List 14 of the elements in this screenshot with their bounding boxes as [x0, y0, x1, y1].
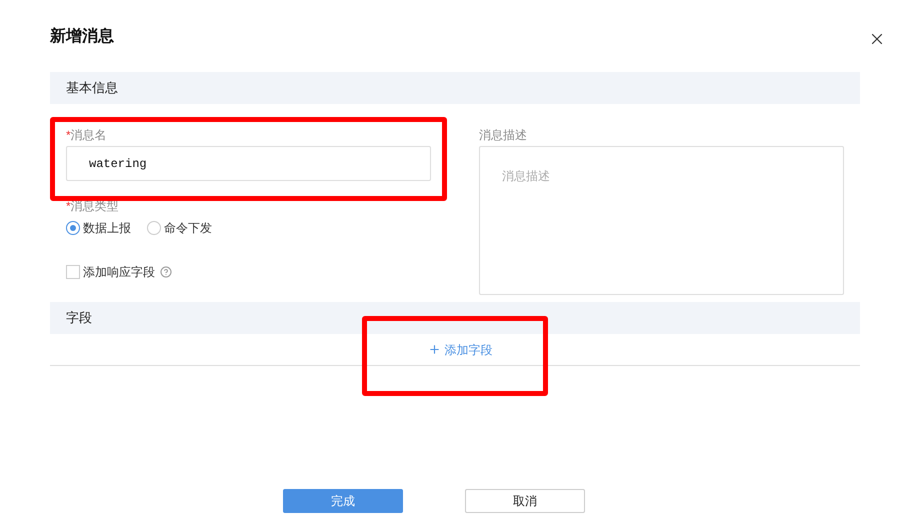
checkbox[interactable]: [66, 265, 80, 279]
description-field[interactable]: 消息描述: [479, 146, 844, 295]
input-field[interactable]: watering: [66, 146, 431, 181]
plus-icon: [428, 343, 440, 356]
field-label: *消息名: [66, 127, 108, 144]
radio-option[interactable]: 数据上报: [66, 219, 131, 237]
cancel-button[interactable]: 取消: [465, 489, 585, 513]
dialog-title: 新增消息: [50, 26, 114, 47]
help-icon[interactable]: [160, 266, 172, 278]
radio-option[interactable]: 命令下发: [147, 219, 212, 237]
section-header: 字段: [50, 302, 860, 334]
field-label: 消息描述: [479, 127, 528, 144]
checkbox-label: 添加响应字段: [83, 264, 155, 281]
section-header: 基本信息: [50, 72, 860, 104]
